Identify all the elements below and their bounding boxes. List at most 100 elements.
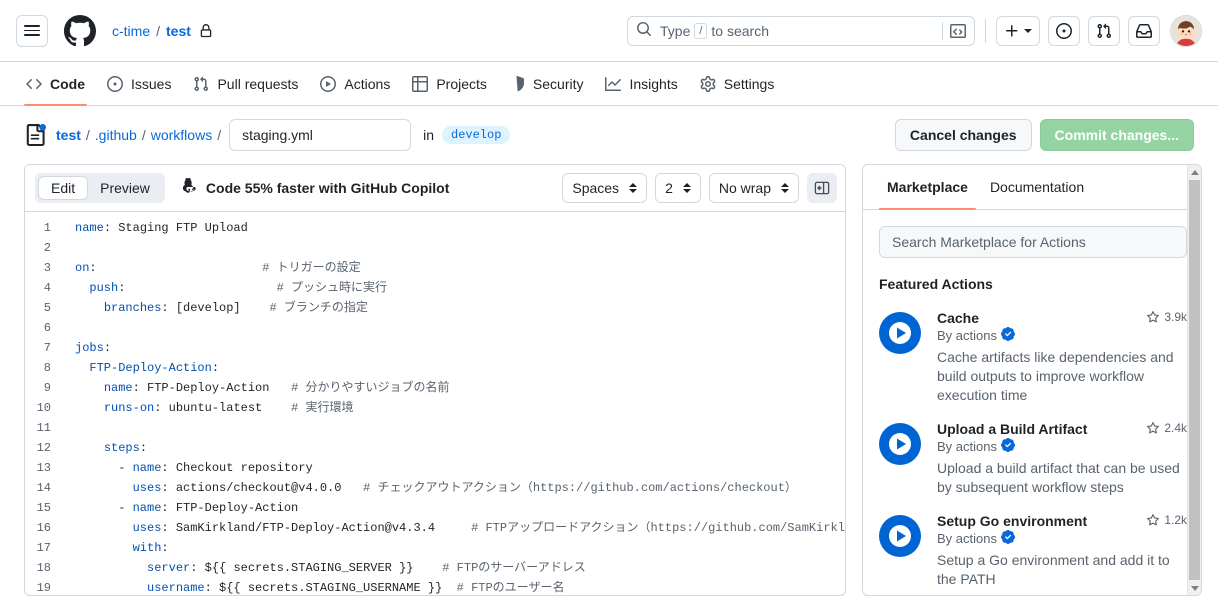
copilot-promo[interactable]: Code 55% faster with GitHub Copilot xyxy=(182,178,449,197)
code-line: 5 branches: [develop] # ブランチの指定 xyxy=(25,298,845,318)
filename-input[interactable] xyxy=(229,119,412,151)
marketplace-action-item[interactable]: Cache 3.9k By actions Cache artifacts like … xyxy=(879,298,1187,409)
line-content[interactable]: on: # トリガーの設定 xyxy=(67,258,361,278)
repo-tab-insights[interactable]: Insights xyxy=(595,62,687,105)
marketplace-action-name[interactable]: Cache xyxy=(937,310,979,326)
repo-tab-code[interactable]: Code xyxy=(16,62,95,106)
tab-preview[interactable]: Preview xyxy=(88,176,162,200)
code-token: : xyxy=(103,340,112,355)
indent-mode-select[interactable]: Spaces xyxy=(562,172,648,203)
tab-edit[interactable]: Edit xyxy=(38,175,89,200)
line-content[interactable]: with: xyxy=(67,538,169,558)
line-content[interactable]: branches: [develop] # ブランチの指定 xyxy=(67,298,368,318)
scroll-up-arrow-icon[interactable] xyxy=(1188,165,1202,179)
marketplace-action-name[interactable]: Setup Go environment xyxy=(937,513,1087,529)
path-segment-github[interactable]: .github xyxy=(95,127,137,143)
star-count: 2.4k xyxy=(1138,421,1187,435)
line-content[interactable]: push: # プッシュ時に実行 xyxy=(67,278,387,298)
header-actions: Type / to search xyxy=(627,14,1202,47)
indent-size-select[interactable]: 2 xyxy=(655,172,701,203)
code-token: uses xyxy=(132,480,162,495)
repo-tab-label: Pull requests xyxy=(217,75,299,92)
breadcrumb-repo[interactable]: test xyxy=(166,23,191,39)
tab-documentation[interactable]: Documentation xyxy=(982,165,1092,209)
line-content[interactable]: username: ${{ secrets.STAGING_USERNAME }… xyxy=(67,578,564,595)
breadcrumb-owner[interactable]: c-time xyxy=(112,23,150,39)
verified-badge-icon xyxy=(1000,530,1015,547)
code-line: 9 name: FTP-Deploy-Action # 分かりやすいジョブの名前 xyxy=(25,378,845,398)
line-content[interactable]: - name: Checkout repository xyxy=(67,458,312,478)
terminal-icon[interactable] xyxy=(942,21,966,40)
scrollbar-thumb[interactable] xyxy=(1189,180,1200,580)
line-content[interactable]: name: FTP-Deploy-Action # 分かりやすいジョブの名前 xyxy=(67,378,450,398)
repo-tab-label: Code xyxy=(50,75,85,92)
repo-tab-issues[interactable]: Issues xyxy=(97,62,181,105)
notifications-inbox-button[interactable] xyxy=(1128,15,1160,46)
repo-tab-projects[interactable]: Projects xyxy=(402,62,497,105)
line-number: 3 xyxy=(43,260,51,275)
line-number: 13 xyxy=(36,460,51,475)
repo-navigation: Code Issues Pull requests Actions Projec… xyxy=(0,62,1218,106)
line-content[interactable]: uses: SamKirkland/FTP-Deploy-Action@v4.3… xyxy=(67,518,845,538)
featured-actions-heading: Featured Actions xyxy=(879,276,993,293)
line-content[interactable]: server: ${{ secrets.STAGING_SERVER }} # … xyxy=(67,558,586,578)
sidebar-toggle-icon[interactable] xyxy=(807,172,837,203)
line-number: 18 xyxy=(36,560,51,575)
code-token: # 分かりやすいジョブの名前 xyxy=(291,380,450,395)
sidebar-scrollbar[interactable] xyxy=(1187,165,1201,595)
code-line: 16 uses: SamKirkland/FTP-Deploy-Action@v… xyxy=(25,518,845,538)
line-number: 4 xyxy=(43,280,51,295)
repo-tab-actions[interactable]: Actions xyxy=(310,62,400,105)
code-icon xyxy=(26,78,42,89)
marketplace-action-item[interactable]: Setup Go environment 1.2k By actions Setup … xyxy=(879,501,1187,593)
code-token: # チェックアウトアクション（https://github.com/action… xyxy=(363,480,797,495)
line-content[interactable] xyxy=(67,318,75,338)
tab-marketplace[interactable]: Marketplace xyxy=(879,165,976,211)
scroll-down-arrow-icon[interactable] xyxy=(1188,581,1202,595)
issues-button[interactable] xyxy=(1048,15,1080,46)
marketplace-action-item[interactable]: Upload a Build Artifact 2.4k By actions Upl… xyxy=(879,409,1187,501)
repo-tab-label: Projects xyxy=(436,75,487,92)
code-line: 4 push: # プッシュ時に実行 xyxy=(25,278,845,298)
line-content[interactable]: jobs: xyxy=(67,338,111,358)
line-content[interactable] xyxy=(67,238,75,258)
line-content[interactable] xyxy=(67,418,75,438)
wrap-mode-select[interactable]: No wrap xyxy=(708,172,799,203)
line-content[interactable]: steps: xyxy=(67,438,147,458)
search-input[interactable]: Type / to search xyxy=(627,15,975,46)
code-editor[interactable]: 1 name: Staging FTP Upload 2 3 on: # トリガーの設定… xyxy=(25,212,845,595)
play-circle-icon xyxy=(879,423,921,466)
path-segment-repo[interactable]: test xyxy=(56,127,81,143)
pull-requests-button[interactable] xyxy=(1088,15,1120,46)
avatar[interactable] xyxy=(1170,14,1202,47)
cancel-changes-button[interactable]: Cancel changes xyxy=(894,119,1032,151)
code-line: 12 steps: xyxy=(25,438,845,458)
code-token: jobs xyxy=(75,340,104,355)
marketplace-search-input[interactable] xyxy=(879,226,1187,259)
line-content[interactable]: runs-on: ubuntu-latest # 実行環境 xyxy=(67,398,354,418)
repo-tab-security[interactable]: Security xyxy=(499,62,594,105)
code-token: : [develop] xyxy=(161,300,270,315)
marketplace-action-header: Cache 3.9k xyxy=(937,310,1187,326)
repo-tab-settings[interactable]: Settings xyxy=(690,62,785,105)
global-nav-menu-button[interactable] xyxy=(16,14,48,47)
line-content[interactable]: FTP-Deploy-Action: xyxy=(67,358,219,378)
line-number: 5 xyxy=(43,300,51,315)
line-number: 2 xyxy=(43,240,51,255)
author-label: By actions xyxy=(937,439,997,455)
line-content[interactable]: uses: actions/checkout@v4.0.0 # チェックアウトア… xyxy=(67,478,797,498)
create-new-button[interactable] xyxy=(996,15,1040,46)
line-content[interactable]: - name: FTP-Deploy-Action xyxy=(67,498,298,518)
code-token: # トリガーの設定 xyxy=(262,260,361,275)
marketplace-action-body: Cache 3.9k By actions Cache artifacts like … xyxy=(937,310,1187,405)
repo-tab-label: Issues xyxy=(131,75,172,92)
repo-tab-pull-requests[interactable]: Pull requests xyxy=(183,62,308,105)
line-content[interactable]: name: Staging FTP Upload xyxy=(67,218,248,238)
path-separator: / xyxy=(85,127,90,143)
commit-changes-button[interactable]: Commit changes... xyxy=(1039,119,1194,151)
marketplace-action-name[interactable]: Upload a Build Artifact xyxy=(937,421,1087,437)
path-segment-workflows[interactable]: workflows xyxy=(151,127,212,143)
github-logo-icon[interactable] xyxy=(64,14,96,47)
